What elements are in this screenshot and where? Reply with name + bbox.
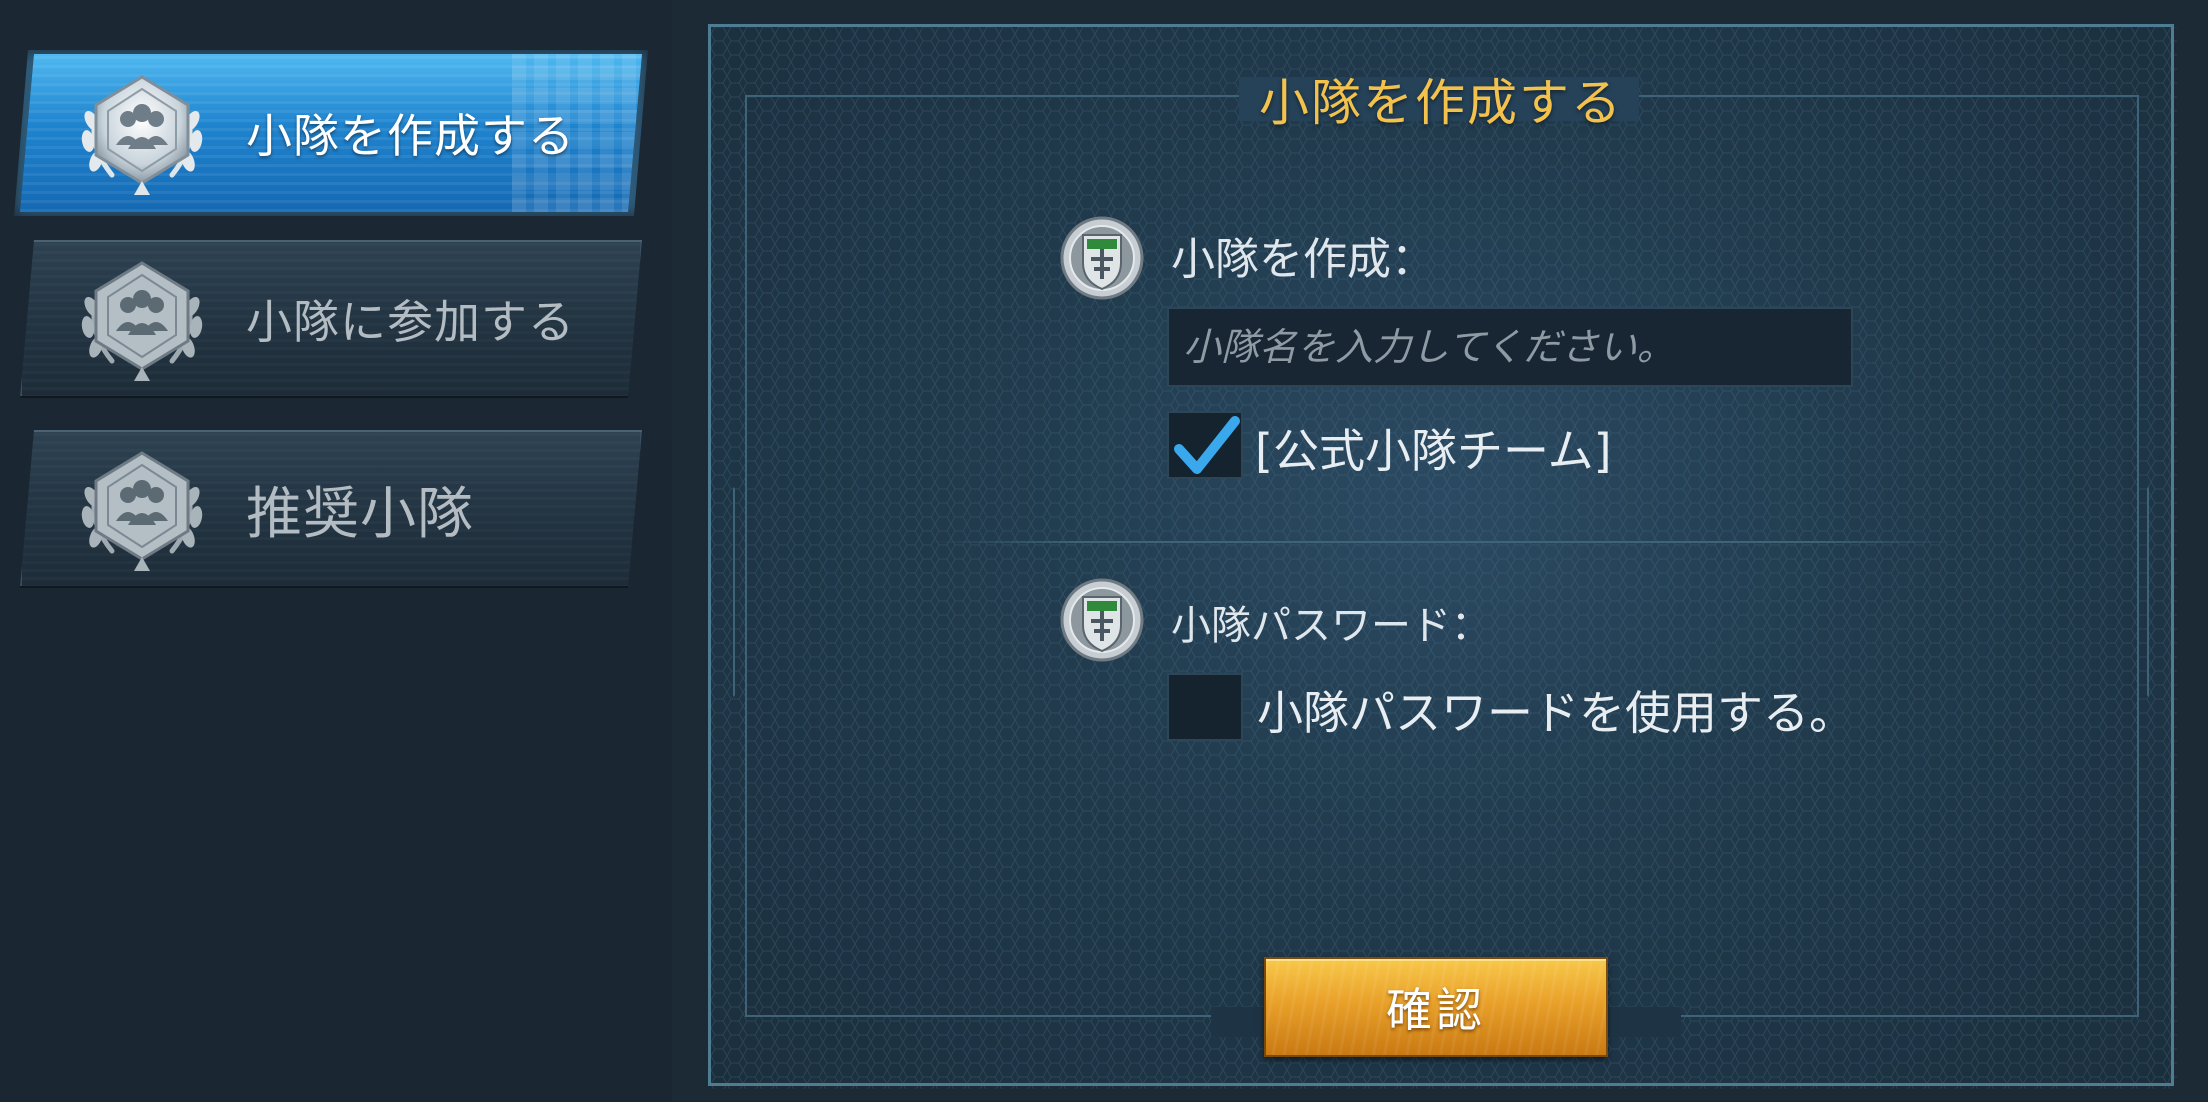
rank-emblem-icon <box>1057 213 1147 303</box>
sidebar-item-label: 小隊を作成する <box>246 109 575 163</box>
section-divider <box>931 541 1961 543</box>
official-squad-label: [公式小隊チーム] <box>1255 424 1612 478</box>
squad-name-input[interactable] <box>1167 307 1853 387</box>
confirm-button[interactable]: 確認 <box>1264 957 1608 1057</box>
create-squad-label: 小隊を作成： <box>1171 234 1435 285</box>
inner-frame <box>745 95 2139 1017</box>
sidebar-item-label: 小隊に参加する <box>246 295 575 349</box>
frame-notch-right <box>2123 487 2149 697</box>
sidebar-item-label: 推奨小隊 <box>246 481 474 547</box>
sidebar-item-create-squad[interactable]: 小隊を作成する <box>20 54 642 212</box>
squad-laurel-icon <box>72 249 212 389</box>
squad-laurel-icon <box>72 63 212 203</box>
checkmark-icon <box>1174 416 1240 474</box>
official-squad-checkbox[interactable] <box>1167 411 1243 479</box>
use-password-label: 小隊パスワードを使用する。 <box>1257 686 1855 740</box>
squad-laurel-icon <box>72 439 212 579</box>
frame-notch-left <box>733 487 759 697</box>
squad-password-label: 小隊パスワード： <box>1171 603 1491 649</box>
sidebar: 小隊を作成する 小隊に参加する 推奨小隊 <box>0 0 672 1102</box>
create-squad-panel: 小隊を作成する 小隊を作成： [公式小隊チーム] <box>708 24 2177 1089</box>
sidebar-item-join-squad[interactable]: 小隊に参加する <box>20 240 642 398</box>
panel-title: 小隊を作成する <box>1259 74 1623 132</box>
use-password-checkbox[interactable] <box>1167 673 1243 741</box>
rank-emblem-icon <box>1057 575 1147 665</box>
sidebar-item-recommended-squads[interactable]: 推奨小隊 <box>20 430 642 588</box>
